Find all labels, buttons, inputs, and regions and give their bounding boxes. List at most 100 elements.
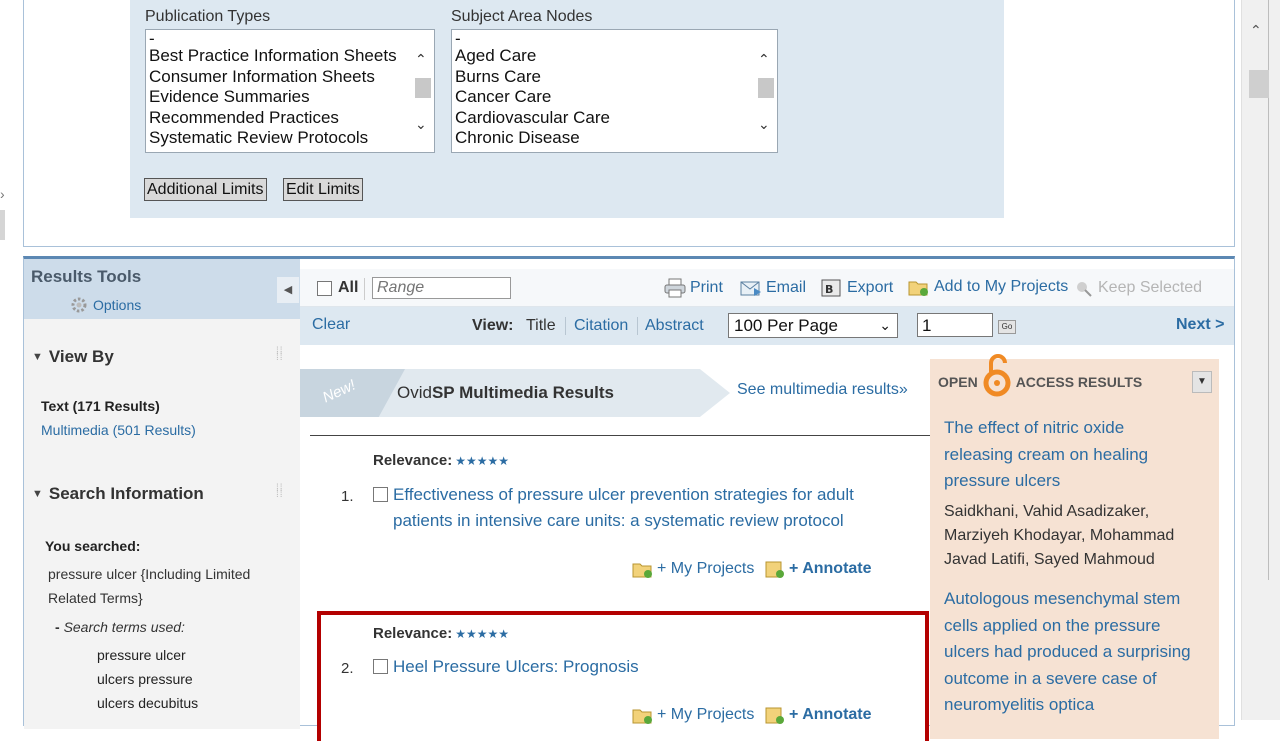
listbox-scrollbar[interactable]: ⌃ ⌄ <box>412 33 432 150</box>
article-title-line: ulcers had produced a surprising <box>944 642 1191 661</box>
relevance-label: Relevance: ★★★★★ <box>373 452 509 469</box>
clear-link[interactable]: Clear <box>312 316 350 334</box>
search-term: ulcers pressure <box>97 671 193 687</box>
list-option[interactable]: Chronic Disease <box>455 128 753 149</box>
list-option[interactable]: - <box>455 30 753 47</box>
list-option[interactable]: Burns Care <box>455 67 753 88</box>
open-access-label-left: OPEN <box>938 374 978 390</box>
list-option[interactable]: Consumer Information Sheets <box>149 67 410 88</box>
email-button[interactable]: Email <box>740 278 806 298</box>
view-title-option[interactable]: Title <box>526 317 556 335</box>
email-label: Email <box>766 279 807 296</box>
list-option[interactable]: Aged Care <box>455 46 753 67</box>
chevron-down-icon: ⌄ <box>879 317 891 333</box>
svg-text:B: B <box>825 283 833 296</box>
list-option[interactable]: Best Practice Information Sheets <box>149 46 410 67</box>
divider <box>565 317 566 335</box>
open-access-article-link[interactable]: The effect of nitric oxide releasing cre… <box>944 415 1212 495</box>
gear-icon <box>71 297 87 313</box>
my-projects-button[interactable]: + My Projects <box>632 705 754 725</box>
subject-area-listbox[interactable]: - Aged Care Burns Care Cancer Care Cardi… <box>451 29 778 153</box>
page-number-input[interactable]: 1 <box>917 313 993 337</box>
drag-handle-icon[interactable]: ⁞⁞ ⁞⁞ <box>276 347 288 367</box>
splitter-handle[interactable] <box>0 210 5 240</box>
multimedia-banner: New! OvidSP Multimedia Results <box>300 369 730 417</box>
article-title-line: outcome in a severe case of <box>944 668 1157 688</box>
result-checkbox[interactable] <box>373 659 388 674</box>
annotate-button[interactable]: + Annotate <box>764 559 872 579</box>
per-page-value: 100 Per Page <box>734 316 838 335</box>
view-by-header[interactable]: ▼ View By <box>32 347 114 367</box>
multimedia-title: OvidSP Multimedia Results <box>397 383 614 403</box>
select-all-checkbox[interactable] <box>317 281 332 296</box>
result-title-link[interactable]: Heel Pressure Ulcers: Prognosis <box>393 654 639 680</box>
options-link[interactable]: Options <box>69 295 141 315</box>
go-button[interactable]: Go <box>998 320 1016 334</box>
see-multimedia-link[interactable]: See multimedia results» <box>737 381 908 399</box>
result-number: 1. <box>341 488 354 505</box>
scroll-up-icon[interactable]: ⌃ <box>758 51 770 68</box>
export-label: Export <box>847 279 894 296</box>
drag-handle-icon[interactable]: ⁞⁞ ⁞⁞ <box>276 484 288 504</box>
additional-limits-button[interactable]: Additional Limits <box>144 178 267 201</box>
search-information-header[interactable]: ▼ Search Information <box>32 484 204 504</box>
scrollbar-thumb[interactable] <box>1249 70 1269 98</box>
view-toolbar: Clear View: Title Citation Abstract 100 … <box>300 307 1234 345</box>
list-option[interactable]: Systematic Review Protocols <box>149 128 410 149</box>
open-access-header: OPEN ACCESS RESULTS <box>938 354 1142 397</box>
scroll-up-icon[interactable]: ⌃ <box>415 51 427 68</box>
author-line: Marziyeh Khodayar, Mohammad <box>944 527 1175 544</box>
export-icon: B <box>821 279 841 297</box>
range-input[interactable] <box>372 277 511 299</box>
list-option[interactable]: - <box>149 30 410 47</box>
add-to-projects-label: Add to My Projects <box>934 278 1069 295</box>
results-area: Results Tools Options ◀ ▼ View By ⁞⁞ ⁞⁞ Te… <box>23 256 1235 741</box>
title-rest: Multimedia Results <box>454 383 614 402</box>
title-bold: SP <box>431 383 455 402</box>
per-page-select[interactable]: 100 Per Page ⌄ <box>728 313 898 338</box>
scroll-down-icon[interactable]: ⌄ <box>758 116 770 133</box>
list-option[interactable]: Cancer Care <box>455 87 753 108</box>
subject-area-label: Subject Area Nodes <box>451 8 593 25</box>
add-to-projects-button[interactable]: Add to My Projects <box>908 277 1068 297</box>
view-citation-option[interactable]: Citation <box>574 317 628 335</box>
my-projects-label: + My Projects <box>657 706 755 723</box>
title-prefix: Ovid <box>397 383 432 402</box>
results-tools-sidebar: Results Tools Options ◀ ▼ View By ⁞⁞ ⁞⁞ Te… <box>24 259 300 729</box>
scrollbar-thumb[interactable] <box>758 78 774 98</box>
result-title-link[interactable]: Effectiveness of pressure ulcer preventi… <box>393 482 854 534</box>
open-access-dropdown[interactable]: ▼ <box>1192 371 1212 393</box>
keep-selected-label: Keep Selected <box>1098 279 1203 296</box>
open-access-article-link[interactable]: Autologous mesenchymal stem cells applie… <box>944 586 1212 719</box>
keep-selected-button[interactable]: Keep Selected <box>1074 278 1202 298</box>
article-title-line: neuromyelitis optica <box>944 695 1095 714</box>
publication-types-listbox[interactable]: - Best Practice Information Sheets Consu… <box>145 29 435 153</box>
folder-add-icon <box>632 563 652 578</box>
listbox-scrollbar[interactable]: ⌃ ⌄ <box>755 33 775 150</box>
view-abstract-option[interactable]: Abstract <box>645 317 704 335</box>
print-label: Print <box>690 279 723 296</box>
next-page-link[interactable]: Next > <box>1176 316 1224 334</box>
my-projects-button[interactable]: + My Projects <box>632 559 754 579</box>
scrollbar-thumb[interactable] <box>415 78 431 98</box>
folder-add-icon <box>632 709 652 724</box>
multimedia-results-link[interactable]: Multimedia (501 Results) <box>41 422 196 438</box>
list-option[interactable]: Recommended Practices <box>149 108 410 129</box>
export-button[interactable]: B Export <box>821 278 893 298</box>
view-label: View: <box>472 317 514 334</box>
result-checkbox[interactable] <box>373 487 388 502</box>
open-access-panel: OPEN ACCESS RESULTS ▼ The effect of nitr… <box>930 354 1219 739</box>
scroll-down-icon[interactable]: ⌄ <box>415 116 427 133</box>
search-term: ulcers decubitus <box>97 695 199 711</box>
print-button[interactable]: Print <box>664 278 723 298</box>
edit-limits-button[interactable]: Edit Limits <box>283 178 363 201</box>
list-option[interactable]: Evidence Summaries <box>149 87 410 108</box>
terms-used-label: - Search terms used: <box>55 619 185 635</box>
annotate-icon <box>765 707 784 724</box>
annotate-button[interactable]: + Annotate <box>764 705 872 725</box>
page-scrollbar[interactable]: ⌃ <box>1241 0 1280 720</box>
sidebar-header: Results Tools Options ◀ <box>24 259 300 319</box>
collapse-sidebar-button[interactable]: ◀ <box>277 277 299 303</box>
scroll-up-icon[interactable]: ⌃ <box>1250 22 1262 39</box>
list-option[interactable]: Cardiovascular Care <box>455 108 753 129</box>
